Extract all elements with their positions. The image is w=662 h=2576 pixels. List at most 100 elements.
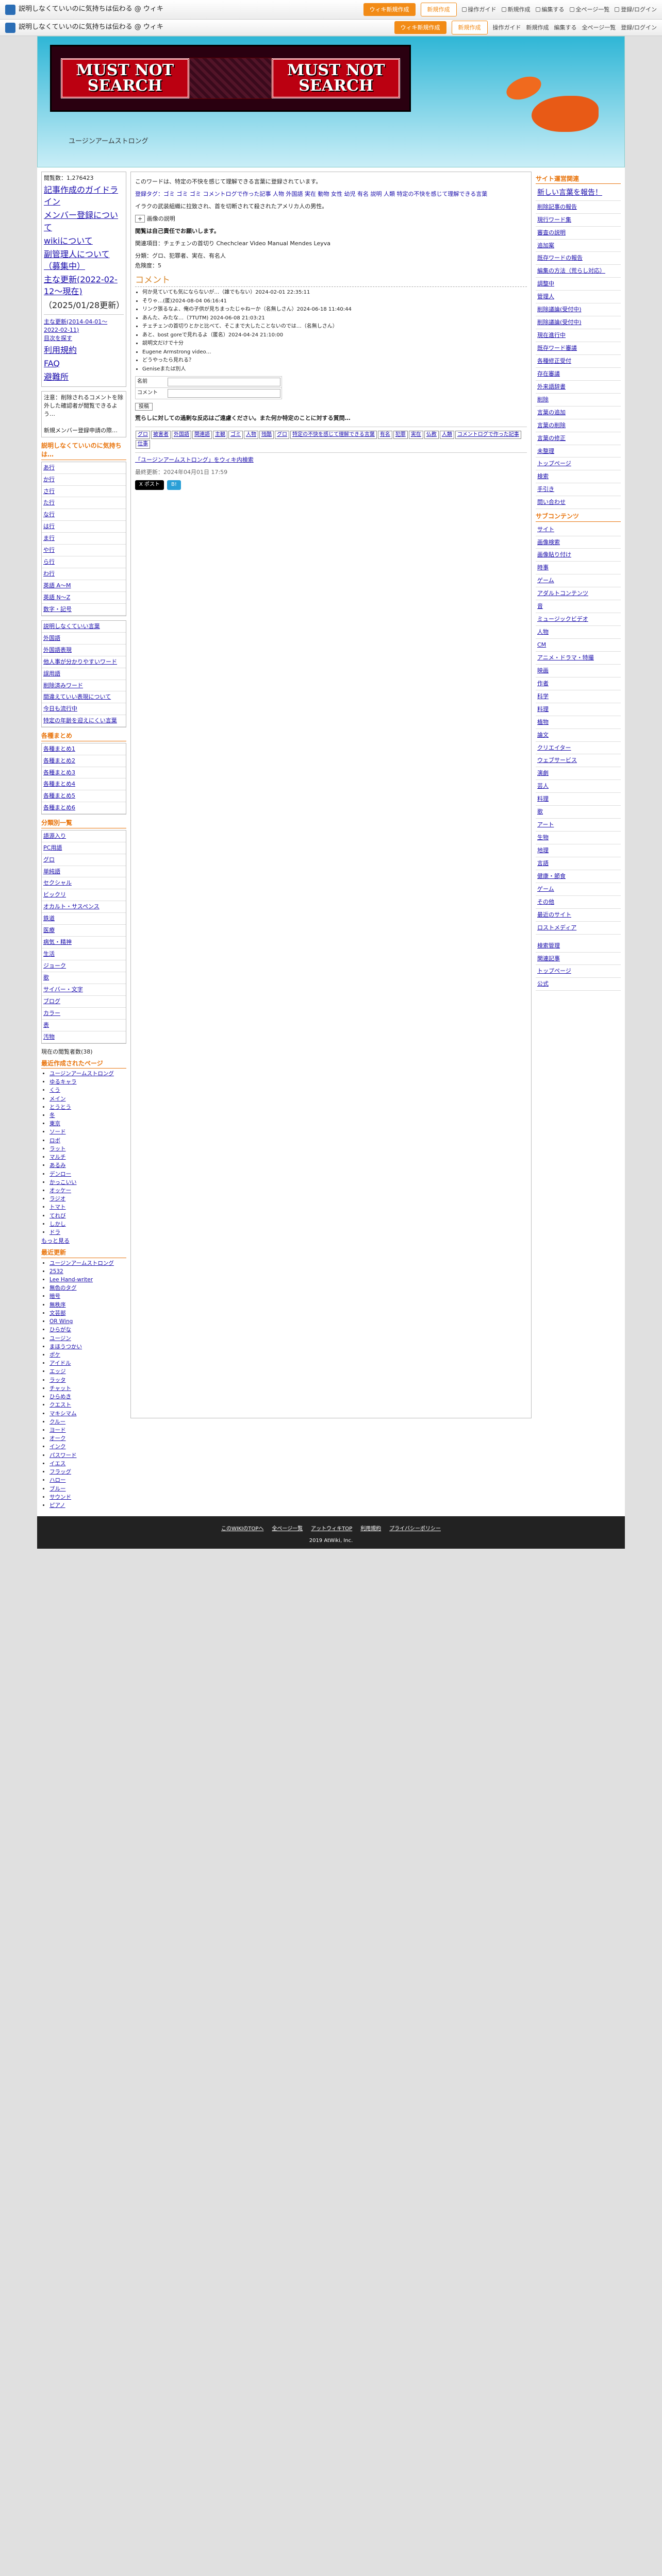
- recent-link[interactable]: 2532: [49, 1268, 63, 1275]
- sub-content-link[interactable]: 作者: [536, 677, 621, 690]
- sub-content-link[interactable]: 映画: [536, 665, 621, 677]
- recent-link[interactable]: ラッタ: [49, 1377, 66, 1383]
- right-nav-link[interactable]: 削除記事の報告: [536, 201, 621, 214]
- sub-content-link[interactable]: 時事: [536, 562, 621, 575]
- tool-edit[interactable]: 編集する: [535, 6, 565, 14]
- right-nav-link[interactable]: 追加案: [536, 240, 621, 252]
- category-link[interactable]: PC用語: [42, 842, 126, 854]
- nav-submanager[interactable]: 副管理人について（募集中）: [44, 248, 124, 272]
- search-nav-link[interactable]: 公式: [536, 978, 621, 991]
- right-nav-link[interactable]: トップページ: [536, 457, 621, 471]
- tag-link[interactable]: 主観: [213, 430, 227, 439]
- sub-content-link[interactable]: 植物: [536, 716, 621, 729]
- tag-link[interactable]: 仏教: [424, 430, 439, 439]
- kana-link[interactable]: 数字・記号: [42, 604, 126, 616]
- footer-link[interactable]: アットウィキTOP: [311, 1526, 352, 1532]
- category-link[interactable]: ジョーク: [42, 960, 126, 972]
- news-link[interactable]: ラット: [49, 1146, 66, 1152]
- right-nav-link[interactable]: 既存ワード審議: [536, 342, 621, 355]
- fav-link[interactable]: 各種まとめ6: [42, 802, 126, 815]
- news-link[interactable]: かっこいい: [49, 1179, 77, 1185]
- right-nav-link[interactable]: 検索: [536, 470, 621, 484]
- sub-content-link[interactable]: ウェブサービス: [536, 754, 621, 768]
- recent-link[interactable]: OR Wing: [49, 1318, 73, 1325]
- recent-link[interactable]: ハロー: [49, 1477, 66, 1483]
- recent-link[interactable]: オーク: [49, 1435, 66, 1442]
- news-link[interactable]: トマト: [49, 1204, 66, 1210]
- tag-link[interactable]: 有名: [377, 430, 392, 439]
- sub-content-link[interactable]: ロストメディア: [536, 922, 621, 935]
- kana-link[interactable]: わ行: [42, 568, 126, 581]
- category-link[interactable]: 汚物: [42, 1031, 126, 1043]
- kana-link[interactable]: な行: [42, 509, 126, 521]
- more-link[interactable]: もっと見る: [41, 1238, 70, 1244]
- recent-link[interactable]: 無秩序: [49, 1302, 66, 1308]
- fav-link[interactable]: 各種まとめ5: [42, 790, 126, 803]
- category-link[interactable]: セクシャル: [42, 877, 126, 890]
- kana-link[interactable]: た行: [42, 497, 126, 510]
- sub-content-link[interactable]: 料理: [536, 793, 621, 806]
- category-link[interactable]: 医療: [42, 925, 126, 937]
- recent-link[interactable]: ヨード: [49, 1427, 66, 1433]
- tool-guide[interactable]: 操作ガイド: [461, 6, 496, 14]
- comment-input[interactable]: [168, 389, 280, 398]
- right-nav-link[interactable]: 現行ワード集: [536, 214, 621, 227]
- sub-content-link[interactable]: 芸人: [536, 780, 621, 793]
- sub-content-link[interactable]: アート: [536, 819, 621, 832]
- category-link[interactable]: ブログ: [42, 996, 126, 1008]
- right-nav-link[interactable]: 問い合わせ: [536, 496, 621, 510]
- x-share-button[interactable]: X ポスト: [135, 480, 164, 490]
- recent-link[interactable]: インク: [49, 1444, 66, 1450]
- right-nav-link[interactable]: 言葉の削除: [536, 419, 621, 432]
- footer-link[interactable]: プライバシーポリシー: [389, 1526, 441, 1532]
- sub-content-link[interactable]: CM: [536, 639, 621, 652]
- tool-guide-2[interactable]: 操作ガイド: [493, 24, 521, 32]
- recent-link[interactable]: ひらがな: [49, 1327, 71, 1333]
- tag-link[interactable]: コメントログで作った記事: [455, 430, 521, 439]
- tool-login-2[interactable]: 登録/ログイン: [621, 24, 657, 32]
- news-link[interactable]: 東京: [49, 1121, 60, 1127]
- nav-member[interactable]: メンバー登録について: [44, 209, 124, 233]
- sub-content-link[interactable]: 言語: [536, 857, 621, 870]
- sub-content-link[interactable]: ゲーム: [536, 883, 621, 896]
- group-link[interactable]: 今日も流行中: [42, 703, 126, 716]
- category-link[interactable]: 語源入り: [42, 831, 126, 842]
- hatena-button[interactable]: B!: [167, 480, 181, 490]
- name-input[interactable]: [168, 378, 280, 387]
- recent-link[interactable]: ユージンアームストロング: [49, 1260, 114, 1266]
- group-link[interactable]: 他人事が分かりやすいワード: [42, 656, 126, 668]
- group-link[interactable]: 間違えていい表現について: [42, 691, 126, 704]
- sub-content-link[interactable]: 最近のサイト: [536, 909, 621, 922]
- sub-content-link[interactable]: 人物: [536, 626, 621, 639]
- recent-link[interactable]: ひらめき: [49, 1394, 71, 1400]
- group-link[interactable]: 外国語: [42, 633, 126, 645]
- sub-content-link[interactable]: ゲーム: [536, 574, 621, 588]
- kana-link[interactable]: 英語 N～Z: [42, 592, 126, 604]
- sub-content-link[interactable]: 健康・節食: [536, 870, 621, 883]
- group-link[interactable]: 誤用語: [42, 668, 126, 680]
- sub-content-link[interactable]: アニメ・ドラマ・特撮: [536, 652, 621, 665]
- nav-updates[interactable]: 主な更新(2022-02-12～現在): [44, 274, 124, 297]
- recent-link[interactable]: チャット: [49, 1385, 71, 1392]
- tag-link[interactable]: グロ: [275, 430, 289, 439]
- right-nav-link[interactable]: 管理人: [536, 291, 621, 304]
- right-nav-link[interactable]: 外来語辞書: [536, 381, 621, 394]
- sub-content-link[interactable]: 地理: [536, 844, 621, 857]
- sub-content-link[interactable]: アダルトコンテンツ: [536, 587, 621, 601]
- sub-content-link[interactable]: 音: [536, 600, 621, 614]
- news-link[interactable]: ソード: [49, 1129, 66, 1135]
- kana-link[interactable]: は行: [42, 521, 126, 533]
- nav-faq[interactable]: FAQ: [44, 358, 124, 369]
- recent-link[interactable]: エッジ: [49, 1368, 66, 1375]
- nav-wiki[interactable]: wikiについて: [44, 235, 124, 247]
- category-link[interactable]: サイバー・文字: [42, 984, 126, 996]
- tag-link[interactable]: 実在: [408, 430, 423, 439]
- group-link[interactable]: 外国語表現: [42, 645, 126, 656]
- right-nav-link[interactable]: 新しい言葉を報告！: [536, 185, 621, 201]
- right-nav-link[interactable]: 手引き: [536, 483, 621, 497]
- recent-link[interactable]: ユージン: [49, 1335, 71, 1342]
- news-link[interactable]: ユージンアームストロング: [49, 1071, 114, 1077]
- sub-content-link[interactable]: 料理: [536, 703, 621, 716]
- right-nav-link[interactable]: 各種修正受付: [536, 355, 621, 368]
- kana-link[interactable]: あ行: [42, 462, 126, 474]
